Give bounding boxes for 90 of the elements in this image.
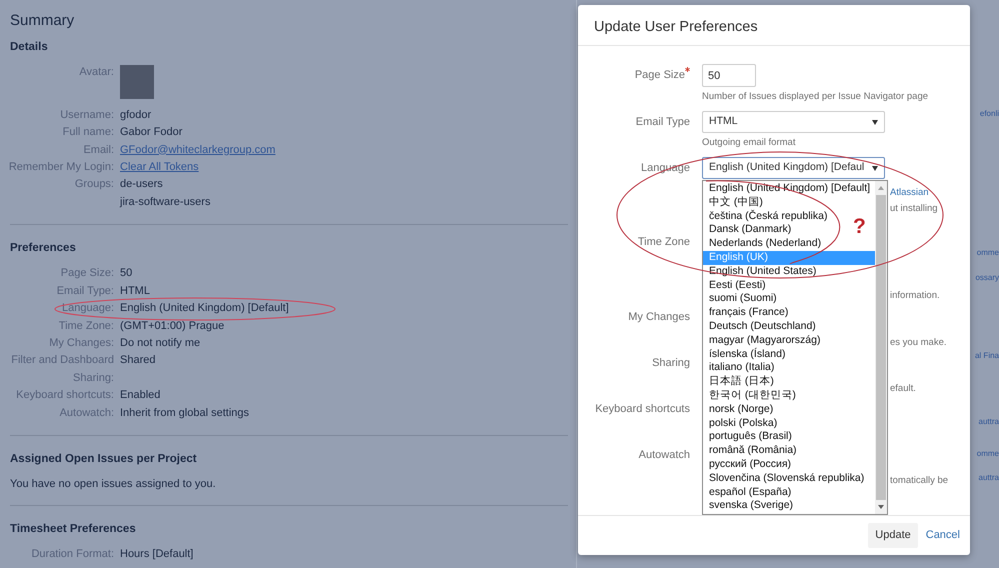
dropdown-option[interactable]: 한국어 (대한민국) bbox=[703, 388, 802, 403]
dropdown-option[interactable]: polski (Polska) bbox=[703, 416, 784, 430]
help-link[interactable]: Atlassian bbox=[890, 186, 938, 199]
field-label: Page Size: bbox=[60, 266, 115, 282]
field-label: Filter and Dashboard Sharing: bbox=[10, 353, 115, 386]
background-link-text: omme bbox=[976, 247, 999, 258]
scrollbar[interactable] bbox=[875, 181, 887, 514]
page-size-input[interactable]: 50 bbox=[702, 64, 756, 87]
field-value: Hours [Default] bbox=[120, 547, 194, 562]
field-label: Keyboard shortcuts: bbox=[15, 388, 115, 404]
field-value: Do not notify me bbox=[120, 336, 200, 352]
field-value: Inherit from global settings bbox=[120, 406, 250, 421]
dropdown-option[interactable]: magyar (Magyarország) bbox=[703, 334, 826, 348]
dropdown-option[interactable]: čeština (Česká republika) bbox=[703, 210, 834, 224]
dropdown-option[interactable]: Deutsch (Deutschland) bbox=[703, 320, 822, 334]
field-label: My Changes: bbox=[48, 336, 115, 352]
caret-icon bbox=[872, 120, 878, 124]
field-value: 50 bbox=[120, 266, 132, 282]
dialog-title: Update User Preferences bbox=[578, 5, 970, 46]
section-heading: Timesheet Preferences bbox=[10, 522, 137, 537]
dropdown-option[interactable]: English (United States) bbox=[703, 264, 822, 279]
avatar-photo-placeholder bbox=[120, 64, 154, 99]
help-text: information. bbox=[890, 289, 940, 302]
dropdown-option[interactable]: português (Brasil) bbox=[703, 430, 798, 444]
dropdown-option[interactable]: italiano (Italia) bbox=[703, 361, 780, 376]
field-label: Duration Format: bbox=[30, 547, 115, 562]
dropdown-option[interactable]: íslenska (Ísland) bbox=[703, 348, 792, 362]
field-label: My Changes bbox=[628, 310, 690, 325]
dropdown-option[interactable]: 中文 (中国) bbox=[703, 196, 769, 210]
section-heading: Details bbox=[10, 40, 49, 54]
dropdown-option[interactable]: français (France) bbox=[703, 306, 794, 320]
help-text: es you make. bbox=[890, 336, 946, 349]
field-value: gfodor bbox=[120, 108, 152, 123]
dropdown-option[interactable]: svenska (Sverige) bbox=[703, 499, 800, 514]
dropdown-option[interactable]: русский (Россия) bbox=[703, 458, 798, 472]
dropdown-option[interactable]: español (España) bbox=[703, 486, 798, 500]
section-heading: Assigned Open Issues per Project bbox=[10, 452, 198, 468]
field-label: Avatar: bbox=[78, 64, 115, 80]
section-heading: Preferences bbox=[10, 241, 77, 256]
dropdown-option[interactable]: Eesti (Eesti) bbox=[703, 278, 772, 292]
background-link-text: al Fina bbox=[974, 350, 999, 361]
field-label: Autowatch: bbox=[58, 406, 115, 421]
field-value: jira-software-users bbox=[120, 194, 210, 210]
help-text: efault. bbox=[890, 382, 916, 395]
update-button[interactable]: Update bbox=[868, 523, 918, 548]
select-field[interactable]: English (United Kingdom) [Defaul bbox=[702, 157, 885, 179]
help-text: ut installing bbox=[890, 202, 938, 215]
field-label: Full name: bbox=[62, 125, 115, 140]
dropdown-option[interactable]: Dansk (Danmark) bbox=[703, 223, 798, 238]
cancel-button[interactable]: Cancel bbox=[922, 523, 964, 548]
field-value: Enabled bbox=[120, 388, 160, 404]
field-label: Autowatch bbox=[638, 448, 690, 463]
field-label: Keyboard shortcuts bbox=[595, 402, 690, 417]
background-link-text: auttra bbox=[978, 416, 999, 427]
field-value: HTML bbox=[120, 284, 150, 299]
dropdown-option[interactable]: suomi (Suomi) bbox=[703, 292, 783, 306]
caret-icon bbox=[872, 166, 878, 170]
dropdown-option[interactable]: norsk (Norge) bbox=[703, 402, 780, 417]
question-mark: ? bbox=[853, 215, 866, 239]
info-text: You have no open issues assigned to you. bbox=[10, 477, 217, 492]
field-label: Time Zone bbox=[638, 235, 690, 250]
help-text: tomatically be bbox=[890, 474, 948, 487]
help-text: Outgoing email format bbox=[702, 136, 796, 149]
dropdown-option[interactable]: Slovenčina (Slovenská republika) bbox=[703, 472, 870, 486]
field-label: Sharing bbox=[652, 356, 690, 371]
field-value: (GMT+01:00) Prague bbox=[120, 318, 224, 334]
field-label: Page Size bbox=[634, 68, 685, 83]
page-title: Summary bbox=[10, 11, 76, 31]
dropdown-option[interactable]: Nederlands (Nederland) bbox=[703, 237, 828, 251]
field-label: Time Zone: bbox=[58, 318, 115, 334]
select-field[interactable]: HTML bbox=[702, 111, 885, 133]
field-label: Language: bbox=[61, 301, 115, 316]
background-link-text: efonli bbox=[980, 108, 999, 119]
field-label: Remember My Login: bbox=[8, 160, 115, 175]
field-value: de-users bbox=[120, 177, 164, 192]
dropdown-option[interactable]: română (România) bbox=[703, 444, 803, 458]
background-link-text: ossary bbox=[975, 272, 999, 283]
dropdown-option[interactable]: 日本語 (日本) bbox=[703, 375, 780, 389]
field-value: Gabor Fodor bbox=[120, 125, 182, 140]
field-label: Groups: bbox=[74, 177, 115, 192]
dropdown-option[interactable]: English (United Kingdom) [Default] bbox=[703, 182, 876, 196]
background-link-text: omme bbox=[976, 448, 999, 459]
field-value: English (United Kingdom) [Default] bbox=[120, 301, 289, 316]
field-label: Email Type bbox=[636, 115, 690, 130]
field-label: Email: bbox=[82, 142, 115, 158]
field-label: Username: bbox=[59, 108, 115, 123]
help-text: Number of Issues displayed per Issue Navigator page bbox=[702, 90, 928, 103]
field-label: Email Type: bbox=[56, 284, 115, 299]
field-value: Shared bbox=[120, 353, 156, 368]
background-link-text: auttra bbox=[978, 472, 999, 483]
